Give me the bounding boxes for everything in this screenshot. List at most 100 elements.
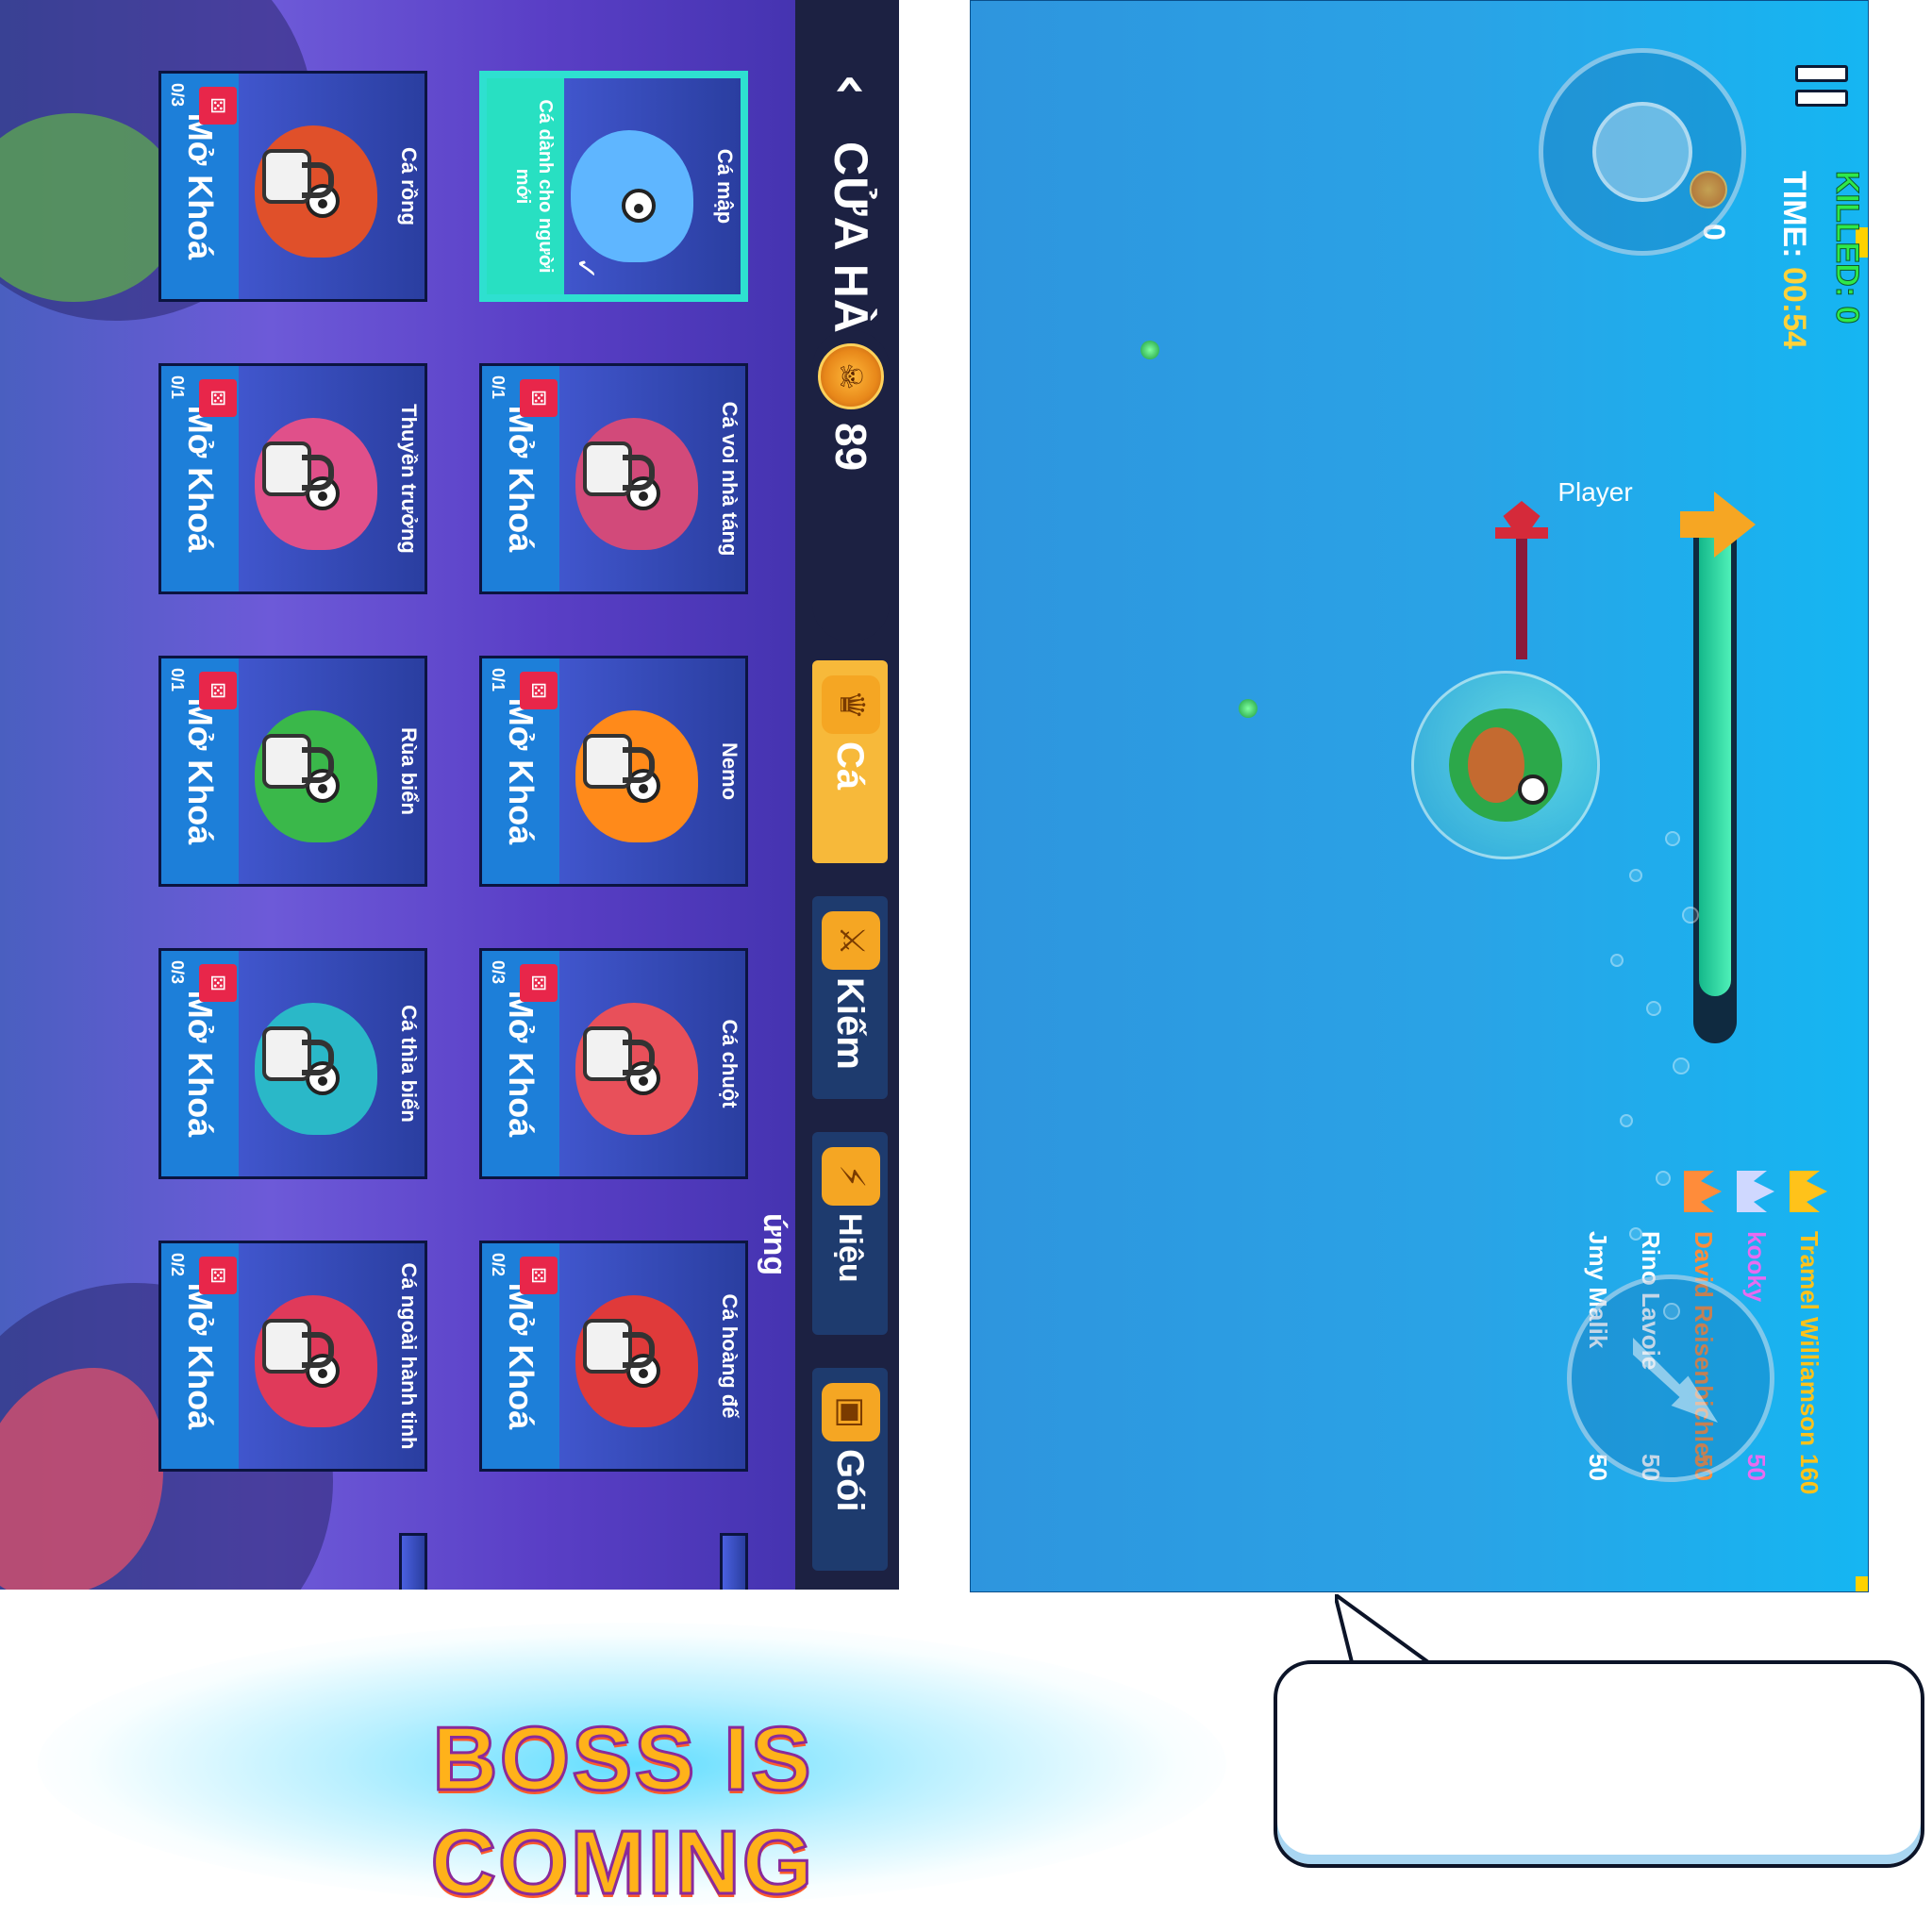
food-pellet bbox=[1239, 699, 1257, 718]
unlock-count: 0/3 bbox=[489, 960, 508, 985]
dice-ticket-icon: ⚄ bbox=[520, 379, 558, 417]
bubble bbox=[1629, 869, 1642, 882]
dice-ticket-icon: ⚄ bbox=[199, 672, 237, 709]
speech-bubble bbox=[1274, 1660, 1924, 1868]
unlock-count: 0/3 bbox=[168, 83, 187, 108]
time-value: 00:54 bbox=[1776, 266, 1812, 349]
fish-card-nemo[interactable]: Nemo Mở Khoá ⚄ 0/1 bbox=[479, 656, 748, 887]
lock-icon bbox=[262, 149, 311, 204]
bubble bbox=[1646, 1001, 1661, 1016]
leaderboard-row: Tramel Williamson 160 bbox=[1778, 1171, 1831, 1510]
fish-card-sea-turtle[interactable]: Rùa biển Mở Khoá ⚄ 0/1 bbox=[158, 656, 427, 887]
fish-card-mouse-fish[interactable]: Cá chuột Mở Khoá ⚄ 0/3 bbox=[479, 948, 748, 1179]
unlock-count: 0/1 bbox=[489, 668, 508, 692]
dice-ticket-icon: ⚄ bbox=[199, 1257, 237, 1294]
bubble bbox=[1663, 1303, 1680, 1320]
unlock-count: 0/3 bbox=[168, 960, 187, 985]
turtle-eye bbox=[1518, 774, 1548, 805]
shark-image bbox=[571, 130, 693, 262]
fish-card-alien-fish[interactable]: Cá ngoài hành tinh Mở Khoá ⚄ 0/2 bbox=[158, 1241, 427, 1472]
gameplay-screen: KILLED: 0 TIME: 00:54 0 Tramel Williamso… bbox=[970, 0, 1869, 1592]
leaderboard-name: Tramel Williamson bbox=[1795, 1231, 1824, 1447]
unlock-count: 0/2 bbox=[168, 1253, 187, 1277]
coin-value: 89 bbox=[826, 423, 875, 472]
growth-progress-fill bbox=[1699, 521, 1731, 996]
tab-packs[interactable]: ▣ Gói bbox=[812, 1368, 888, 1571]
newbie-fish-label: Cá dành cho người mới bbox=[487, 78, 564, 294]
dice-ticket-icon: ⚄ bbox=[520, 672, 558, 709]
dash-claw-icon bbox=[1633, 1338, 1718, 1423]
sword-icon: ⚔ bbox=[822, 911, 880, 970]
tab-label: Cá bbox=[829, 741, 871, 791]
fish-card-partial[interactable] bbox=[720, 1533, 748, 1590]
dice-ticket-icon: ⚄ bbox=[199, 964, 237, 1002]
leaderboard-score: 50 bbox=[1742, 1454, 1771, 1481]
fish-card-shark[interactable]: Cá mập ✓ Cá dành cho người mới bbox=[479, 71, 748, 302]
speech-bubble-tail bbox=[1335, 1594, 1439, 1670]
turtle-shell bbox=[1468, 727, 1524, 803]
fish-card-partial[interactable] bbox=[399, 1533, 427, 1590]
selected-check-icon: ✓ bbox=[569, 257, 602, 281]
growth-progress-bar bbox=[1693, 515, 1737, 1043]
trident-shaft bbox=[1516, 518, 1527, 659]
lock-icon bbox=[583, 1026, 632, 1081]
tab-label: Gói bbox=[829, 1449, 871, 1512]
time-prefix: TIME: bbox=[1776, 171, 1812, 267]
fish-crown-icon: ♛ bbox=[822, 675, 880, 734]
fish-card-captain[interactable]: Thuyền trưởng Mở Khoá ⚄ 0/1 bbox=[158, 363, 427, 594]
unlock-count: 0/1 bbox=[489, 375, 508, 400]
gold-crown-icon bbox=[1790, 1171, 1827, 1212]
bronze-crown-icon bbox=[1684, 1171, 1722, 1212]
dice-ticket-icon: ⚄ bbox=[520, 964, 558, 1002]
fish-card-dragon-fish[interactable]: Cá rồng Mở Khoá ⚄ 0/3 bbox=[158, 71, 427, 302]
tab-label: Hiệu ứng bbox=[757, 1213, 868, 1283]
tab-effects[interactable]: ⚡ Hiệu ứng bbox=[757, 1132, 888, 1335]
bubble bbox=[1665, 831, 1680, 846]
lock-icon bbox=[262, 1026, 311, 1081]
player-name-label: Player bbox=[1557, 477, 1633, 507]
tab-fish[interactable]: ♛ Cá bbox=[812, 660, 888, 863]
tab-sword[interactable]: ⚔ Kiếm bbox=[812, 896, 888, 1099]
shop-canvas: ‹ CỬA HÀNG ☠ 89 ♛ Cá ⚔ Kiếm ⚡ Hiệu ứng ▣… bbox=[0, 0, 899, 1590]
dice-ticket-icon: ⚄ bbox=[520, 1257, 558, 1294]
coin-balance: ☠ 89 bbox=[812, 330, 890, 641]
skull-coin-icon: ☠ bbox=[818, 343, 884, 409]
leaderboard-name: kooky bbox=[1742, 1231, 1771, 1303]
bubble bbox=[1682, 907, 1699, 924]
boss-coming-banner: BOSS IS COMING bbox=[429, 1707, 815, 1915]
back-button[interactable]: ‹ bbox=[819, 57, 885, 113]
shop-top-bar: ‹ CỬA HÀNG ☠ 89 ♛ Cá ⚔ Kiếm ⚡ Hiệu ứng ▣… bbox=[757, 0, 899, 1590]
time-counter: TIME: 00:54 bbox=[1775, 171, 1812, 349]
edge-marker bbox=[1856, 1576, 1868, 1591]
lock-icon bbox=[583, 1319, 632, 1374]
bubble bbox=[1610, 954, 1624, 967]
dice-ticket-icon: ⚄ bbox=[199, 87, 237, 125]
game-canvas: KILLED: 0 TIME: 00:54 0 Tramel Williamso… bbox=[971, 1, 1868, 1591]
lightning-icon: ⚡ bbox=[822, 1147, 880, 1206]
fish-card-spoonbill[interactable]: Cá thìa biển Mở Khoá ⚄ 0/3 bbox=[158, 948, 427, 1179]
lock-icon bbox=[262, 1319, 311, 1374]
joystick-knob[interactable] bbox=[1592, 102, 1692, 202]
killed-counter: KILLED: 0 bbox=[1829, 171, 1866, 325]
lock-icon bbox=[262, 441, 311, 496]
bubble bbox=[1620, 1114, 1633, 1127]
movement-joystick[interactable] bbox=[1539, 48, 1746, 256]
unlock-count: 0/1 bbox=[168, 375, 187, 400]
unlock-count: 0/1 bbox=[168, 668, 187, 692]
lock-icon bbox=[262, 734, 311, 789]
fish-card-emperor-fish[interactable]: Cá hoàng đế Mở Khoá ⚄ 0/2 bbox=[479, 1241, 748, 1472]
food-pellet bbox=[1141, 341, 1159, 359]
lock-icon bbox=[583, 441, 632, 496]
tab-label: Kiếm bbox=[829, 977, 871, 1070]
bubble bbox=[1656, 1171, 1671, 1186]
unlock-count: 0/2 bbox=[489, 1253, 508, 1277]
progress-arrow-icon bbox=[1680, 491, 1756, 558]
silver-crown-icon bbox=[1737, 1171, 1774, 1212]
treasure-chest-icon: ▣ bbox=[822, 1383, 880, 1441]
fish-card-sperm-whale[interactable]: Cá voi nhà táng Mở Khoá ⚄ 0/1 bbox=[479, 363, 748, 594]
pause-button[interactable] bbox=[1793, 58, 1850, 114]
dice-ticket-icon: ⚄ bbox=[199, 379, 237, 417]
leaderboard-score: 160 bbox=[1795, 1454, 1824, 1495]
bubble bbox=[1629, 1227, 1642, 1241]
bubble bbox=[1673, 1058, 1690, 1074]
